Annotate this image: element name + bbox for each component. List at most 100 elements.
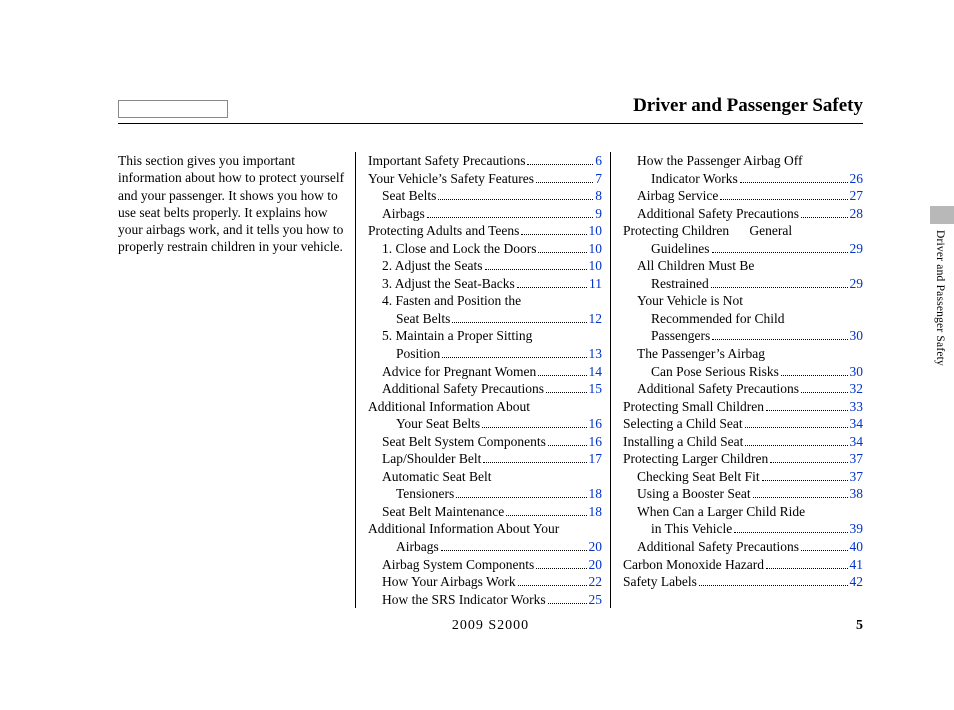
side-tab: Driver and Passenger Safety	[930, 206, 954, 366]
toc-entry-label: Seat Belts	[368, 187, 436, 205]
toc-page-link[interactable]: 7	[595, 170, 602, 188]
toc-entry[interactable]: Important Safety Precautions6	[368, 152, 602, 170]
toc-entry[interactable]: Seat Belts12	[368, 310, 602, 328]
toc-leader-dots	[699, 585, 848, 586]
toc-page-link[interactable]: 32	[850, 380, 864, 398]
toc-entry[interactable]: Seat Belt System Components16	[368, 433, 602, 451]
footer-page-number: 5	[856, 618, 863, 634]
toc-page-link[interactable]: 14	[589, 363, 603, 381]
toc-entry[interactable]: Using a Booster Seat38	[623, 485, 863, 503]
toc-entry[interactable]: Passengers30	[623, 327, 863, 345]
toc-entry[interactable]: Indicator Works26	[623, 170, 863, 188]
toc-page-link[interactable]: 29	[850, 240, 864, 258]
toc-page-link[interactable]: 39	[850, 520, 864, 538]
toc-entry-label: 3. Adjust the Seat-Backs	[368, 275, 515, 293]
toc-page-link[interactable]: 10	[589, 257, 603, 275]
toc-entry[interactable]: Additional Safety Precautions40	[623, 538, 863, 556]
toc-page-link[interactable]: 16	[589, 415, 603, 433]
section-header: Driver and Passenger Safety	[118, 95, 863, 124]
toc-leader-dots	[441, 550, 587, 551]
toc-page-link[interactable]: 6	[595, 152, 602, 170]
toc-page-link[interactable]: 38	[850, 485, 864, 503]
toc-entry-label: Additional Safety Precautions	[368, 380, 544, 398]
toc-entry[interactable]: Your Seat Belts16	[368, 415, 602, 433]
toc-entry[interactable]: Safety Labels42	[623, 573, 863, 591]
toc-page-link[interactable]: 12	[589, 310, 603, 328]
toc-page-link[interactable]: 42	[850, 573, 864, 591]
toc-entry-label: Airbag Service	[623, 187, 718, 205]
toc-entry[interactable]: Can Pose Serious Risks30	[623, 363, 863, 381]
toc-page-link[interactable]: 16	[589, 433, 603, 451]
toc-entry[interactable]: 1. Close and Lock the Doors10	[368, 240, 602, 258]
toc-page-link[interactable]: 29	[850, 275, 864, 293]
toc-entry[interactable]: Tensioners18	[368, 485, 602, 503]
toc-page-link[interactable]: 22	[589, 573, 603, 591]
toc-entry-label: Position	[368, 345, 440, 363]
toc-page-link[interactable]: 15	[589, 380, 603, 398]
toc-entry-label: Airbags	[368, 205, 425, 223]
toc-entry[interactable]: 2. Adjust the Seats10	[368, 257, 602, 275]
toc-entry[interactable]: Protecting Adults and Teens10	[368, 222, 602, 240]
toc-entry[interactable]: Protecting Small Children33	[623, 398, 863, 416]
toc-page-link[interactable]: 26	[850, 170, 864, 188]
toc-entry[interactable]: Protecting Larger Children37	[623, 450, 863, 468]
toc-entry[interactable]: Airbags 20	[368, 538, 602, 556]
toc-entry[interactable]: Guidelines29	[623, 240, 863, 258]
toc-page-link[interactable]: 34	[850, 415, 864, 433]
toc-entry[interactable]: in This Vehicle39	[623, 520, 863, 538]
toc-entry-continuation: Protecting Children General	[623, 222, 863, 240]
toc-entry[interactable]: Airbag Service 27	[623, 187, 863, 205]
toc-entry[interactable]: Additional Safety Precautions32	[623, 380, 863, 398]
toc-page-link[interactable]: 10	[589, 222, 603, 240]
toc-page-link[interactable]: 9	[595, 205, 602, 223]
toc-leader-dots	[506, 515, 586, 516]
toc-entry[interactable]: 3. Adjust the Seat-Backs 11	[368, 275, 602, 293]
toc-page-link[interactable]: 11	[589, 275, 602, 293]
toc-page-link[interactable]: 30	[850, 327, 864, 345]
toc-page-link[interactable]: 33	[850, 398, 864, 416]
toc-entry[interactable]: Advice for Pregnant Women14	[368, 363, 602, 381]
section-title: Driver and Passenger Safety	[118, 95, 863, 117]
toc-entry[interactable]: Lap/Shoulder Belt17	[368, 450, 602, 468]
toc-page-link[interactable]: 27	[850, 187, 864, 205]
toc-entry-label: Airbags	[368, 538, 439, 556]
toc-page-link[interactable]: 20	[589, 538, 603, 556]
toc-page-link[interactable]: 17	[589, 450, 603, 468]
toc-page-link[interactable]: 18	[589, 503, 603, 521]
toc-entry[interactable]: Carbon Monoxide Hazard41	[623, 556, 863, 574]
toc-entry[interactable]: Position 13	[368, 345, 602, 363]
toc-page-link[interactable]: 40	[850, 538, 864, 556]
toc-entry[interactable]: Seat Belt Maintenance18	[368, 503, 602, 521]
toc-entry-continuation: 4. Fasten and Position the	[368, 292, 602, 310]
toc-page-link[interactable]: 34	[850, 433, 864, 451]
toc-page-link[interactable]: 8	[595, 187, 602, 205]
toc-entry[interactable]: Checking Seat Belt Fit37	[623, 468, 863, 486]
toc-entry[interactable]: Airbags 9	[368, 205, 602, 223]
toc-leader-dots	[527, 164, 593, 165]
toc-entry[interactable]: Installing a Child Seat34	[623, 433, 863, 451]
toc-entry[interactable]: Airbag System Components20	[368, 556, 602, 574]
toc-page-link[interactable]: 37	[850, 450, 864, 468]
toc-entry[interactable]: Your Vehicle’s Safety Features7	[368, 170, 602, 188]
toc-page-link[interactable]: 25	[589, 591, 603, 609]
toc-page-link[interactable]: 13	[589, 345, 603, 363]
toc-entry[interactable]: Seat Belts 8	[368, 187, 602, 205]
toc-page-link[interactable]: 37	[850, 468, 864, 486]
toc-entry[interactable]: Restrained29	[623, 275, 863, 293]
toc-page-link[interactable]: 18	[589, 485, 603, 503]
toc-page-link[interactable]: 20	[589, 556, 603, 574]
toc-leader-dots	[801, 217, 848, 218]
toc-leader-dots	[536, 182, 593, 183]
toc-page-link[interactable]: 28	[850, 205, 864, 223]
toc-entry[interactable]: How the SRS Indicator Works25	[368, 591, 602, 609]
toc-entry[interactable]: Additional Safety Precautions 15	[368, 380, 602, 398]
toc-entry[interactable]: Additional Safety Precautions28	[623, 205, 863, 223]
toc-page-link[interactable]: 41	[850, 556, 864, 574]
intro-paragraph: This section gives you important informa…	[118, 152, 345, 256]
toc-page-link[interactable]: 30	[850, 363, 864, 381]
toc-leader-dots	[482, 427, 586, 428]
toc-entry[interactable]: Selecting a Child Seat34	[623, 415, 863, 433]
toc-page-link[interactable]: 10	[589, 240, 603, 258]
toc-leader-dots	[452, 322, 586, 323]
toc-entry[interactable]: How Your Airbags Work22	[368, 573, 602, 591]
